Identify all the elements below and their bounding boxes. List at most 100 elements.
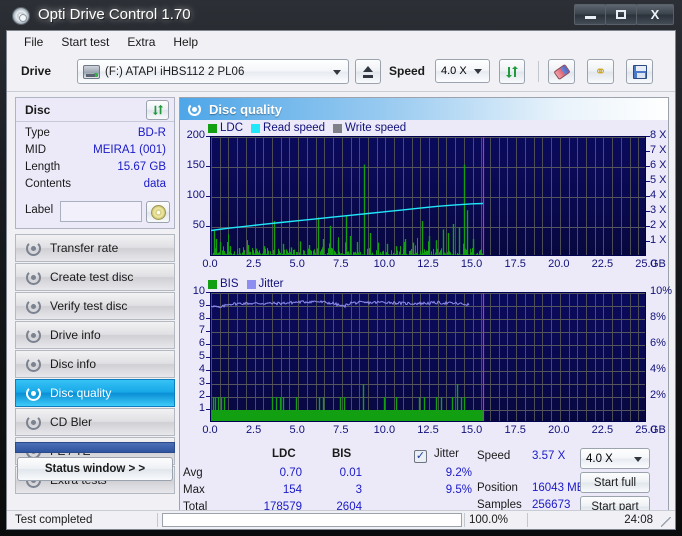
drive-select[interactable]: (F:) ATAPI iHBS112 2 PL06 (77, 59, 349, 84)
eraser-icon (552, 63, 571, 80)
y2-tick-label: 8% (650, 311, 666, 323)
progress-bar (162, 513, 462, 527)
chevron-down-icon (634, 456, 642, 462)
disc-quality-panel: Disc quality LDC Read speed Write speed BI… (179, 97, 673, 517)
sidebar-item-label: Create test disc (50, 270, 134, 284)
gauge-icon (26, 298, 41, 314)
disc-row-key: MID (25, 144, 47, 156)
stats-col-ldc: LDC (272, 448, 296, 460)
x-tick-label: 10.0 (373, 424, 396, 436)
y-tick (206, 292, 210, 293)
sidebar-item-label: Disc info (50, 357, 97, 371)
cd-icon (150, 204, 166, 220)
menu-file[interactable]: File (15, 33, 52, 51)
y-tick (206, 226, 210, 227)
stats-row-avg: Avg (183, 467, 203, 479)
y-tick-label: 9 (198, 298, 205, 310)
speed-select-value: 4.0 X (441, 65, 467, 77)
disc-row-type: Type BD-R (16, 127, 174, 144)
stats-panel: LDC BIS ✓ Jitter Avg 0.70 0.01 9.2% Max … (180, 446, 668, 517)
close-button[interactable]: X (636, 4, 674, 25)
y-tick-label: 8 (198, 311, 205, 323)
sidebar-item-create-test-disc[interactable]: Create test disc (15, 263, 175, 291)
refresh-button[interactable] (499, 59, 525, 84)
disc-label-input[interactable] (60, 201, 142, 222)
erase-button[interactable] (548, 59, 575, 84)
test-speed-select[interactable]: 4.0 X (580, 448, 650, 469)
x-tick-label: 20.0 (548, 258, 570, 270)
status-separator (464, 513, 465, 527)
minimize-icon (584, 16, 596, 19)
status-window-button[interactable]: Status window > > (17, 457, 173, 481)
y2-tick-label: 6 X (650, 159, 667, 171)
y-tick-label: 150 (186, 159, 205, 171)
toolbar-separator (538, 61, 539, 82)
start-full-button[interactable]: Start full (580, 472, 650, 493)
disc-row-value: data (143, 178, 166, 190)
disc-refresh-button[interactable] (146, 100, 169, 120)
x-tick-label: 12.5 (417, 258, 439, 270)
minimize-button[interactable] (574, 4, 606, 25)
y-tick (206, 383, 210, 384)
jitter-checkbox[interactable]: ✓ (414, 450, 427, 463)
sidebar-item-disc-info[interactable]: Disc info (15, 350, 175, 378)
disc-info-header: Disc (16, 98, 174, 122)
sidebar-item-disc-quality[interactable]: Disc quality (15, 379, 175, 407)
sidebar-item-verify-test-disc[interactable]: Verify test disc (15, 292, 175, 320)
sidebar-item-label: Disc quality (50, 386, 112, 400)
stats-bis-max: 3 (355, 484, 362, 496)
close-icon: X (650, 7, 660, 22)
y2-tick (646, 241, 650, 242)
sidebar-item-transfer-rate[interactable]: Transfer rate (15, 234, 175, 262)
maximize-button[interactable] (605, 4, 637, 25)
disc-row-key: Type (25, 127, 50, 139)
keys-icon: ⚭ (594, 63, 607, 79)
y-tick-label: 2 (198, 389, 205, 401)
x-tick-label: 5.0 (289, 424, 305, 436)
stats-speed-value: 3.57 X (532, 450, 566, 462)
title-bar: Opti Drive Control 1.70 X (0, 0, 682, 34)
y-tick-label: 10 (192, 285, 205, 297)
y2-tick-label: 7 X (650, 144, 667, 156)
resize-grip[interactable] (661, 517, 671, 527)
stats-ldc-max: 154 (282, 484, 302, 496)
legend-label: Jitter (258, 278, 284, 290)
left-panel: Disc Type BD-R MID MEIRA1 (001) Length 1… (15, 97, 175, 515)
y2-tick-label: 6% (650, 337, 666, 349)
speed-select[interactable]: 4.0 X (435, 59, 490, 83)
application-window: Opti Drive Control 1.70 X File Start tes… (0, 0, 682, 536)
eject-button[interactable] (355, 59, 381, 84)
sidebar-item-cd-bler[interactable]: CD Bler (15, 408, 175, 436)
menu-extra[interactable]: Extra (118, 33, 164, 51)
x-tick-label: 22.5 (591, 424, 614, 436)
disc-row-key: Contents (25, 178, 72, 190)
stats-jitter-max: 9.5% (445, 484, 472, 496)
disc-label-button[interactable] (146, 201, 170, 223)
y2-tick-label: 3 X (650, 204, 667, 216)
y2-tick (646, 151, 650, 152)
menu-start-test[interactable]: Start test (52, 33, 118, 51)
y2-tick-label: 2 X (650, 219, 667, 231)
chevron-down-icon (474, 69, 482, 74)
y-tick-label: 6 (198, 337, 205, 349)
drive-label: Drive (21, 64, 52, 78)
x-tick-label: 12.5 (417, 424, 439, 436)
floppy-disk-icon (632, 64, 647, 79)
x-tick-label: 17.5 (504, 258, 526, 270)
y-tick-label: 100 (186, 189, 205, 201)
y-tick (206, 331, 210, 332)
save-button[interactable] (626, 59, 653, 84)
y2-tick (646, 196, 650, 197)
toolbar: Drive (F:) ATAPI iHBS112 2 PL06 Speed 4.… (7, 52, 675, 92)
y2-tick-label: 4 X (650, 189, 667, 201)
chart-legend-top: LDC Read speed Write speed (208, 122, 414, 134)
x-tick-label: 20.0 (548, 424, 570, 436)
menu-help[interactable]: Help (164, 33, 207, 51)
x-axis-unit: GB (650, 258, 666, 270)
sidebar-item-drive-info[interactable]: Drive info (15, 321, 175, 349)
x-tick-label: 2.5 (245, 424, 262, 436)
y2-tick-label: 10% (650, 285, 673, 297)
x-tick-label: 5.0 (289, 258, 305, 270)
disc-icon (12, 7, 30, 25)
keys-button[interactable]: ⚭ (587, 59, 614, 84)
